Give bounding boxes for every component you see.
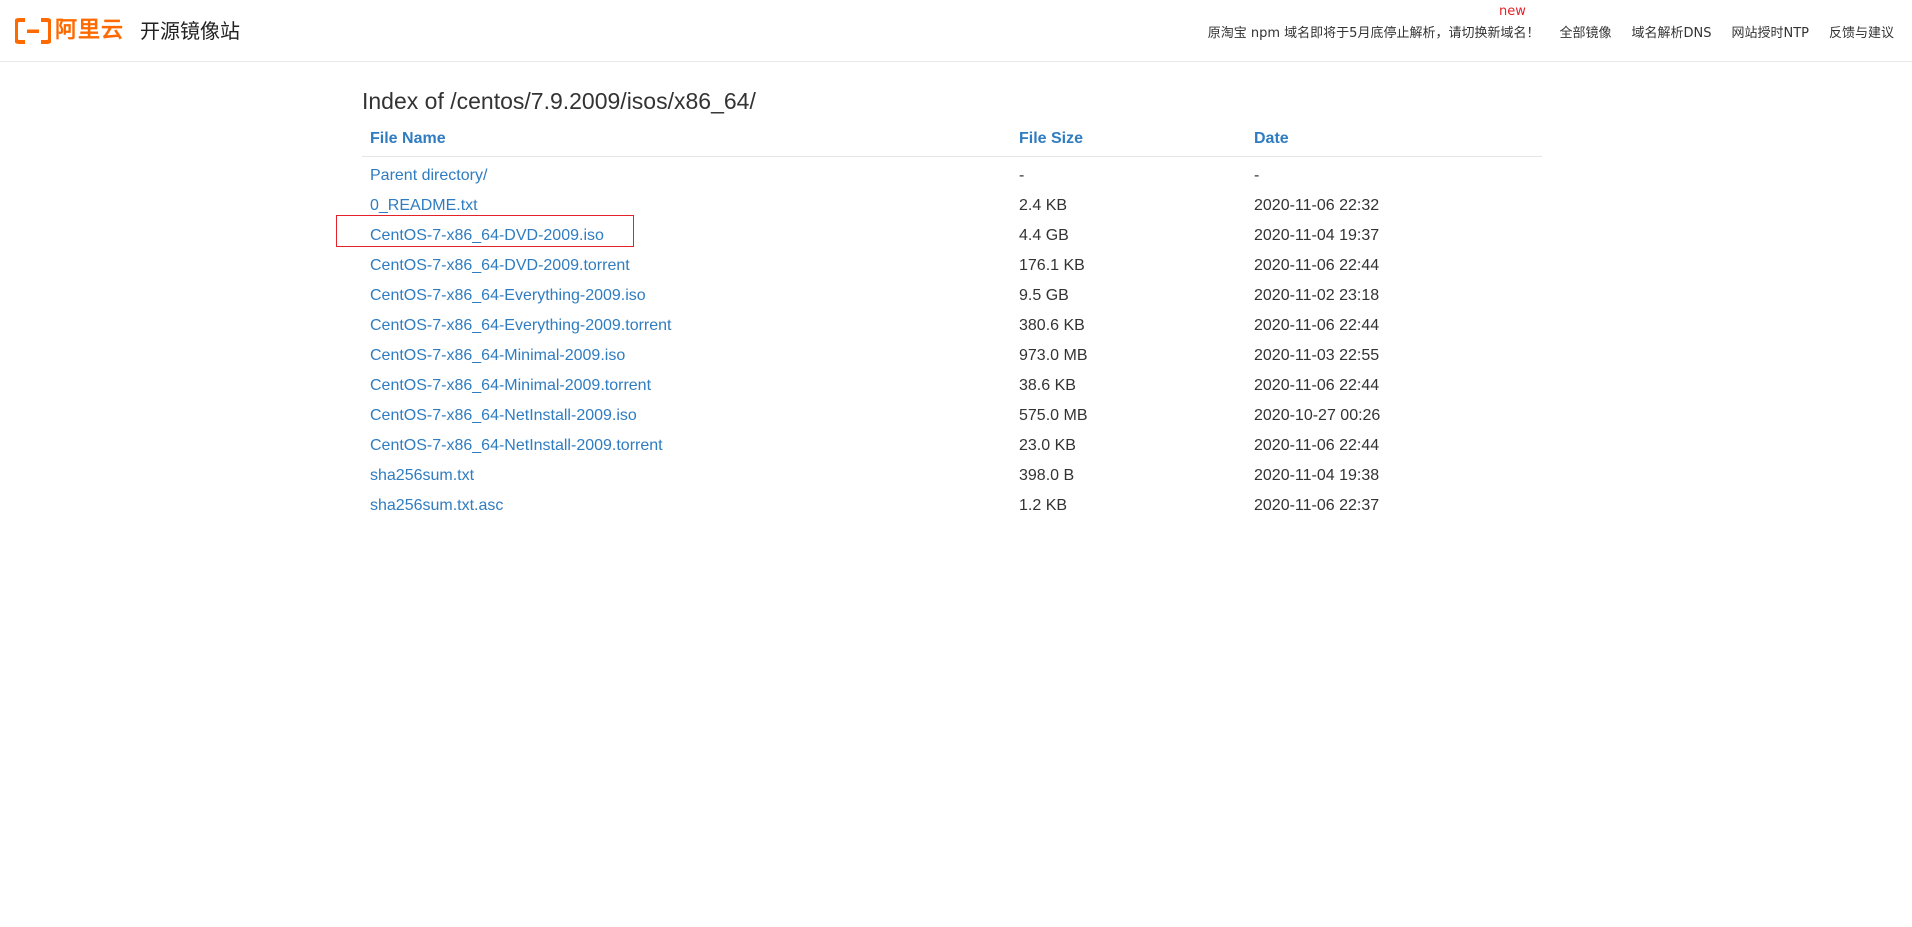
file-date-cell: 2020-11-06 22:44 bbox=[1254, 377, 1380, 394]
file-name-cell: Parent directory/ bbox=[362, 157, 1011, 192]
file-size-cell: 38.6 KB bbox=[1019, 377, 1076, 394]
file-date-cell: 2020-11-03 22:55 bbox=[1254, 347, 1380, 364]
file-size-cell: 398.0 B bbox=[1019, 467, 1075, 484]
file-name-cell: CentOS-7-x86_64-Minimal-2009.torrent bbox=[362, 371, 1011, 401]
file-date-cell: 2020-11-02 23:18 bbox=[1254, 287, 1380, 304]
file-link[interactable]: CentOS-7-x86_64-NetInstall-2009.iso bbox=[370, 407, 637, 424]
file-name-cell: sha256sum.txt bbox=[362, 461, 1011, 491]
new-badge: new bbox=[1499, 4, 1526, 19]
file-name-cell: CentOS-7-x86_64-DVD-2009.torrent bbox=[362, 251, 1011, 281]
table-row: CentOS-7-x86_64-Everything-2009.iso 9.5 … bbox=[362, 281, 1542, 311]
brand-name: 阿里云 bbox=[55, 18, 125, 43]
file-date-cell: 2020-11-06 22:32 bbox=[1254, 197, 1380, 214]
table-row: CentOS-7-x86_64-NetInstall-2009.torrent … bbox=[362, 431, 1542, 461]
table-row: sha256sum.txt.asc 1.2 KB 2020-11-06 22:3… bbox=[362, 491, 1542, 521]
file-name-cell: CentOS-7-x86_64-Everything-2009.torrent bbox=[362, 311, 1011, 341]
file-size-cell: 4.4 GB bbox=[1019, 227, 1069, 244]
file-link[interactable]: CentOS-7-x86_64-Everything-2009.torrent bbox=[370, 317, 672, 334]
file-link[interactable]: CentOS-7-x86_64-Minimal-2009.iso bbox=[370, 347, 625, 364]
nav-feedback[interactable]: 反馈与建议 bbox=[1829, 22, 1894, 41]
file-size-cell: - bbox=[1019, 167, 1025, 184]
file-size-cell: 2.4 KB bbox=[1019, 197, 1068, 214]
aliyun-logo-link[interactable]: 阿里云 bbox=[15, 14, 124, 48]
file-size-cell: 575.0 MB bbox=[1019, 407, 1088, 424]
nav-all-mirrors[interactable]: 全部镜像 bbox=[1559, 22, 1611, 41]
table-row: CentOS-7-x86_64-DVD-2009.iso 4.4 GB 2020… bbox=[362, 221, 1542, 251]
file-date-cell: 2020-11-04 19:37 bbox=[1254, 227, 1380, 244]
file-name-cell: CentOS-7-x86_64-DVD-2009.iso bbox=[362, 221, 1011, 251]
file-date-cell: 2020-11-04 19:38 bbox=[1254, 467, 1380, 484]
column-header-file-size: File Size bbox=[1011, 124, 1246, 157]
column-header-file-name: File Name bbox=[362, 124, 1011, 157]
top-nav: 原淘宝 npm 域名即将于5月底停止解析，请切换新域名！ 全部镜像 域名解析DN… bbox=[1208, 22, 1894, 41]
column-header-date: Date bbox=[1246, 124, 1542, 157]
file-name-cell: CentOS-7-x86_64-Minimal-2009.iso bbox=[362, 341, 1011, 371]
file-date-cell: 2020-11-06 22:37 bbox=[1254, 497, 1380, 514]
main-content: Index of /centos/7.9.2009/isos/x86_64/ F… bbox=[362, 84, 1542, 521]
file-size-cell: 9.5 GB bbox=[1019, 287, 1069, 304]
site-title: 开源镜像站 bbox=[140, 19, 240, 43]
top-header: 阿里云 开源镜像站 new 原淘宝 npm 域名即将于5月底停止解析，请切换新域… bbox=[0, 0, 1912, 62]
file-link-dvd-iso[interactable]: CentOS-7-x86_64-DVD-2009.iso bbox=[370, 227, 604, 244]
page-title: Index of /centos/7.9.2009/isos/x86_64/ bbox=[362, 88, 756, 114]
table-header-row: File Name File Size Date bbox=[362, 124, 1542, 157]
file-link[interactable]: 0_README.txt bbox=[370, 197, 478, 214]
table-row: CentOS-7-x86_64-Minimal-2009.torrent 38.… bbox=[362, 371, 1542, 401]
nav-ntp[interactable]: 网站授时NTP bbox=[1731, 22, 1809, 41]
table-row: CentOS-7-x86_64-Everything-2009.torrent … bbox=[362, 311, 1542, 341]
table-row: sha256sum.txt 398.0 B 2020-11-04 19:38 bbox=[362, 461, 1542, 491]
table-row: 0_README.txt 2.4 KB 2020-11-06 22:32 bbox=[362, 191, 1542, 221]
file-link[interactable]: sha256sum.txt bbox=[370, 467, 474, 484]
file-listing-table: File Name File Size Date Parent director… bbox=[362, 124, 1542, 521]
table-row: Parent directory/ - - bbox=[362, 157, 1542, 192]
file-date-cell: - bbox=[1254, 167, 1260, 184]
aliyun-logo-icon bbox=[15, 16, 51, 46]
file-size-cell: 380.6 KB bbox=[1019, 317, 1085, 334]
parent-directory-link[interactable]: Parent directory/ bbox=[370, 167, 487, 184]
file-name-cell: CentOS-7-x86_64-NetInstall-2009.torrent bbox=[362, 431, 1011, 461]
file-size-cell: 176.1 KB bbox=[1019, 257, 1085, 274]
nav-dns[interactable]: 域名解析DNS bbox=[1631, 22, 1711, 41]
nav-npm-notice[interactable]: 原淘宝 npm 域名即将于5月底停止解析，请切换新域名！ bbox=[1208, 22, 1540, 41]
file-name-cell: 0_README.txt bbox=[362, 191, 1011, 221]
file-link[interactable]: CentOS-7-x86_64-DVD-2009.torrent bbox=[370, 257, 630, 274]
table-row: CentOS-7-x86_64-DVD-2009.torrent 176.1 K… bbox=[362, 251, 1542, 281]
table-row: CentOS-7-x86_64-Minimal-2009.iso 973.0 M… bbox=[362, 341, 1542, 371]
file-size-cell: 1.2 KB bbox=[1019, 497, 1068, 514]
table-row: CentOS-7-x86_64-NetInstall-2009.iso 575.… bbox=[362, 401, 1542, 431]
file-size-cell: 23.0 KB bbox=[1019, 437, 1076, 454]
file-date-cell: 2020-11-06 22:44 bbox=[1254, 317, 1380, 334]
file-link[interactable]: CentOS-7-x86_64-Minimal-2009.torrent bbox=[370, 377, 651, 394]
file-link[interactable]: CentOS-7-x86_64-Everything-2009.iso bbox=[370, 287, 646, 304]
file-size-cell: 973.0 MB bbox=[1019, 347, 1088, 364]
file-name-cell: CentOS-7-x86_64-Everything-2009.iso bbox=[362, 281, 1011, 311]
file-name-cell: sha256sum.txt.asc bbox=[362, 491, 1011, 521]
file-link[interactable]: sha256sum.txt.asc bbox=[370, 497, 503, 514]
file-name-cell: CentOS-7-x86_64-NetInstall-2009.iso bbox=[362, 401, 1011, 431]
file-date-cell: 2020-11-06 22:44 bbox=[1254, 437, 1380, 454]
file-date-cell: 2020-10-27 00:26 bbox=[1254, 407, 1381, 424]
file-date-cell: 2020-11-06 22:44 bbox=[1254, 257, 1380, 274]
file-link[interactable]: CentOS-7-x86_64-NetInstall-2009.torrent bbox=[370, 437, 663, 454]
